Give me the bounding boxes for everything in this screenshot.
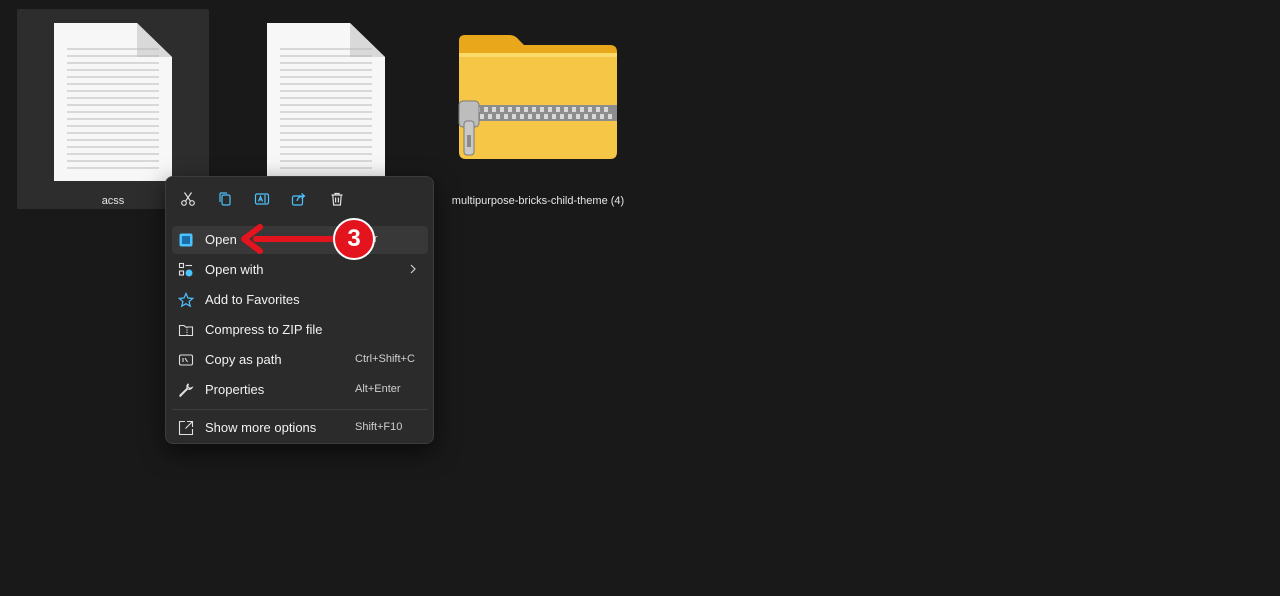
file-explorer-view: acss multipurpose-bricks-child-theme (4)… [0, 0, 1280, 596]
menu-item-show-more-options[interactable]: Show more options Shift+F10 [172, 414, 428, 442]
menu-item-label: Add to Favorites [205, 292, 300, 307]
wrench-icon [179, 383, 194, 398]
context-menu: Open Open with Add to Favorites Compress… [165, 176, 434, 444]
menu-item-properties[interactable]: Properties Alt+Enter [172, 376, 428, 404]
menu-item-label: Show more options [205, 420, 317, 435]
annotation-arrow-icon [241, 224, 338, 254]
menu-item-label: Compress to ZIP file [205, 322, 323, 337]
text-document-icon [54, 23, 172, 181]
cut-icon [181, 192, 195, 206]
text-document-icon [267, 23, 385, 181]
menu-item-shortcut: Ctrl+Shift+C [355, 353, 415, 365]
rename-button[interactable] [249, 187, 275, 211]
cut-button[interactable] [175, 187, 201, 211]
copy-path-icon [178, 354, 194, 366]
menu-item-label: Copy as path [205, 352, 282, 367]
open-icon [179, 233, 193, 247]
share-button[interactable] [286, 187, 312, 211]
zip-folder-icon [458, 35, 617, 159]
menu-item-compress-zip[interactable]: Compress to ZIP file [172, 316, 428, 344]
menu-item-shortcut: Shift+F10 [355, 421, 403, 433]
menu-item-open-with[interactable]: Open with [172, 256, 428, 284]
chevron-right-icon [410, 264, 416, 274]
menu-item-label: Open [205, 232, 237, 247]
copy-button[interactable] [212, 187, 238, 211]
delete-button[interactable] [324, 187, 350, 211]
menu-item-add-to-favorites[interactable]: Add to Favorites [172, 286, 428, 314]
open-with-icon [178, 262, 193, 277]
menu-item-label: Open with [205, 262, 264, 277]
rename-icon [254, 193, 270, 205]
menu-separator [172, 409, 428, 410]
menu-item-shortcut: Alt+Enter [355, 383, 401, 395]
more-options-icon [178, 420, 194, 436]
menu-item-copy-as-path[interactable]: Copy as path Ctrl+Shift+C [172, 346, 428, 374]
copy-icon [219, 192, 231, 206]
share-icon [291, 193, 306, 206]
file-item-zip-folder[interactable]: multipurpose-bricks-child-theme (4) [442, 9, 634, 209]
star-icon [178, 292, 194, 308]
menu-item-label: Properties [205, 382, 265, 397]
zip-icon [178, 324, 194, 337]
step-number-badge: 3 [333, 218, 375, 260]
delete-icon [331, 192, 343, 206]
